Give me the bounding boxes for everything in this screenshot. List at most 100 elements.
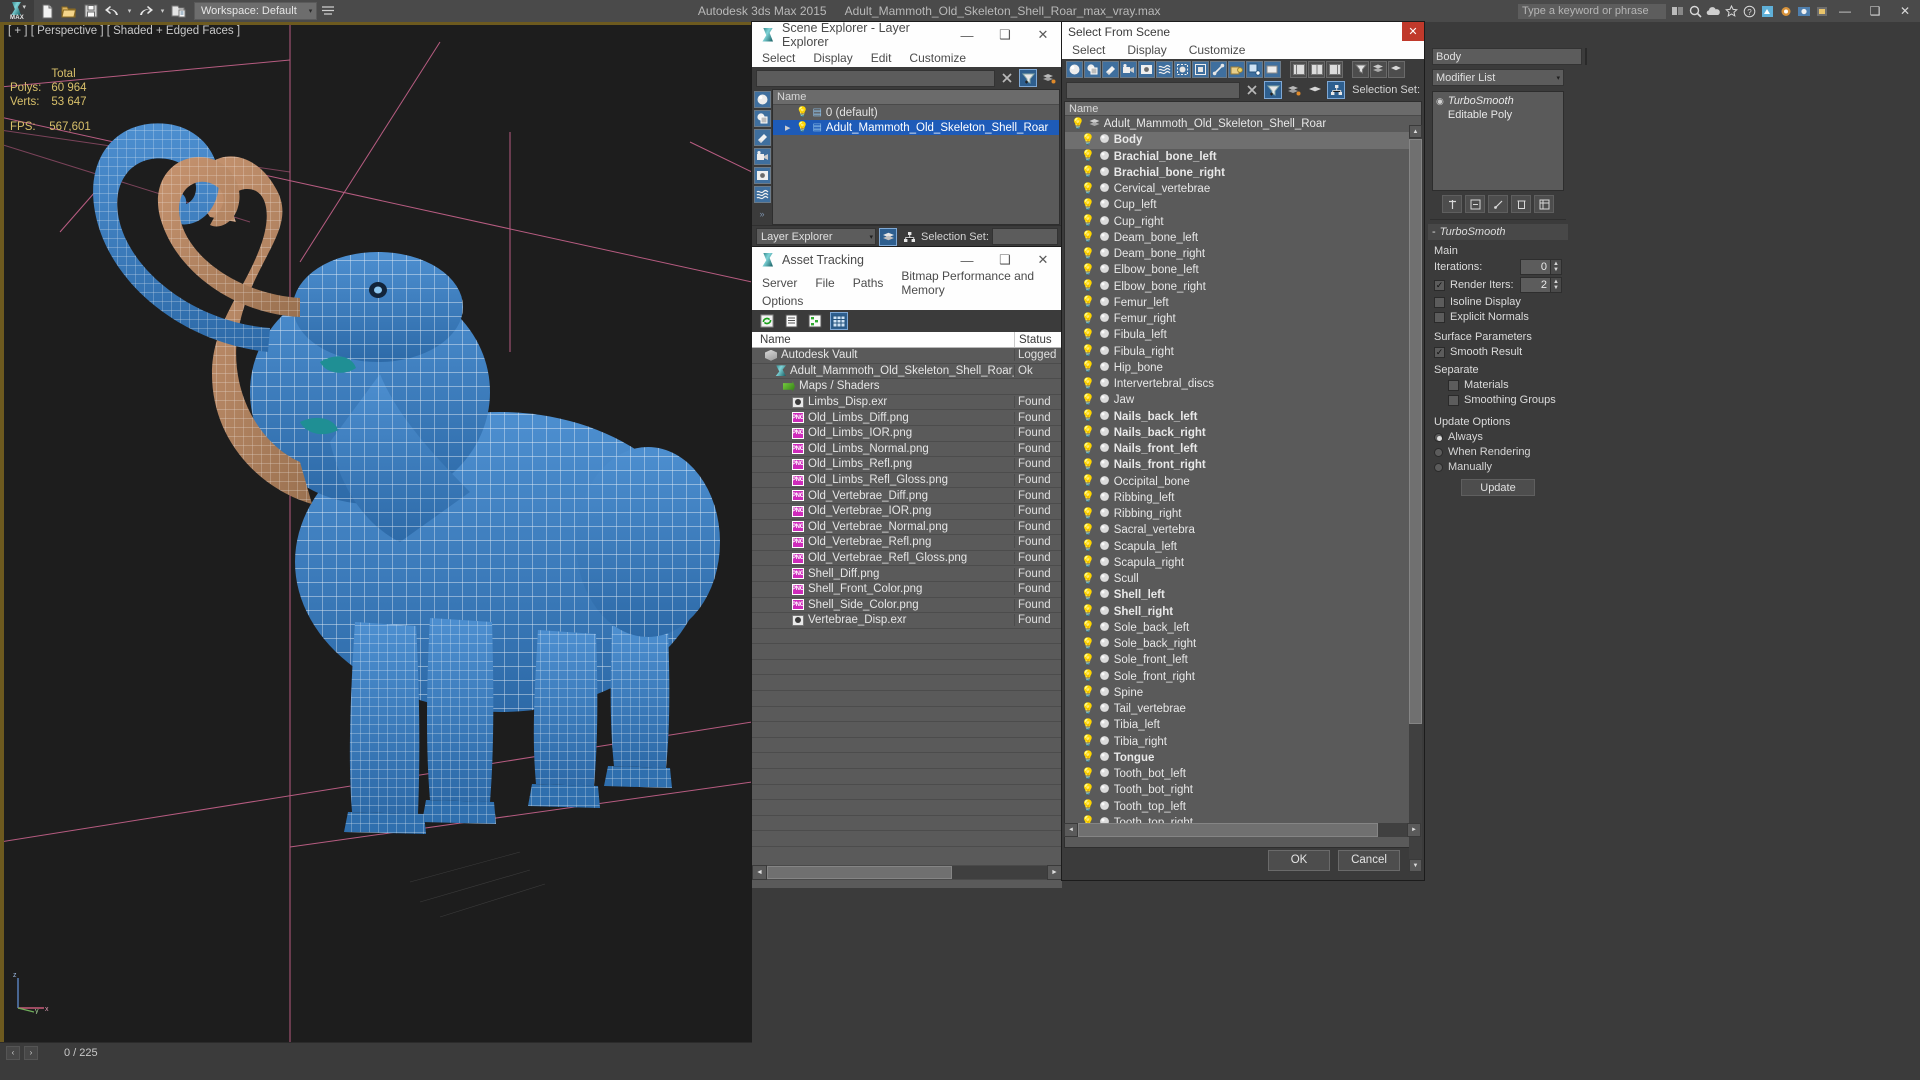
cloud-icon[interactable] bbox=[1705, 2, 1722, 20]
asset-row[interactable]: Adult_Mammoth_Old_Skeleton_Shell_Roar_ma… bbox=[752, 364, 1062, 380]
light-bulb-icon[interactable]: 💡 bbox=[1081, 216, 1095, 227]
render-iters-checkbox[interactable]: ✓ bbox=[1434, 279, 1445, 291]
light-bulb-icon[interactable]: 💡 bbox=[1081, 281, 1095, 292]
hscroll-thumb[interactable] bbox=[1078, 823, 1378, 837]
scene-object-row[interactable]: 💡 Brachial_bone_left bbox=[1065, 149, 1421, 165]
asset-row-empty[interactable] bbox=[752, 644, 1062, 660]
layer-stack-icon[interactable] bbox=[1040, 69, 1058, 87]
scene-object-row[interactable]: 💡 Deam_bone_right bbox=[1065, 246, 1421, 262]
isoline-display-row[interactable]: ✓ Isoline Display bbox=[1434, 296, 1562, 308]
modifier-stack[interactable]: ◉ TurboSmooth ◉ Editable Poly bbox=[1432, 91, 1564, 191]
explicit-normals-row[interactable]: ✓ Explicit Normals bbox=[1434, 311, 1562, 323]
menu-server[interactable]: Server bbox=[762, 276, 797, 290]
menu-select[interactable]: Select bbox=[1072, 43, 1105, 57]
filter-xrefs-icon[interactable] bbox=[1192, 60, 1209, 78]
filter-cameras-icon[interactable] bbox=[753, 148, 771, 165]
asset-row[interactable]: PNG Old_Vertebrae_Diff.png Found bbox=[752, 488, 1062, 504]
smooth-result-checkbox[interactable]: ✓ bbox=[1434, 346, 1445, 358]
scene-explorer-maximize[interactable]: ❑ bbox=[986, 22, 1024, 48]
filter-lights-icon[interactable] bbox=[753, 129, 771, 146]
hscroll-thumb[interactable] bbox=[767, 866, 952, 879]
menu-edit[interactable]: Edit bbox=[871, 51, 892, 65]
menu-options[interactable]: Options bbox=[762, 294, 803, 308]
clear-filter-icon[interactable] bbox=[998, 69, 1016, 87]
scene-object-row[interactable]: 💡 Tooth_top_left bbox=[1065, 799, 1421, 815]
filter-all-icon[interactable] bbox=[1264, 60, 1281, 78]
update-manually-row[interactable]: Manually bbox=[1434, 461, 1562, 473]
smoothing-groups-checkbox[interactable]: ✓ bbox=[1448, 394, 1459, 406]
asset-row[interactable]: PNG Old_Limbs_Refl.png Found bbox=[752, 457, 1062, 473]
update-always-radio[interactable] bbox=[1434, 432, 1443, 442]
light-bulb-icon[interactable]: 💡 bbox=[1081, 606, 1095, 617]
scene-object-row[interactable]: 💡 Hip_bone bbox=[1065, 360, 1421, 376]
hierarchy-mode-icon[interactable] bbox=[1327, 81, 1346, 99]
light-bulb-icon[interactable]: 💡 bbox=[1081, 248, 1095, 260]
scene-object-row[interactable]: 💡 Tibia_left bbox=[1065, 717, 1421, 733]
filter-spacewarps-icon[interactable] bbox=[753, 186, 771, 203]
new-file-icon[interactable] bbox=[36, 1, 58, 21]
scene-explorer-layer-tree[interactable]: Name 💡 ▤ 0 (default) ▶ 💡 ▤ Adult_Mammoth… bbox=[772, 89, 1060, 225]
scroll-right-arrow-icon[interactable]: ► bbox=[1047, 865, 1062, 880]
asset-tracking-hscrollbar[interactable]: ◄ ► bbox=[752, 865, 1062, 880]
asset-tracking-list[interactable]: Autodesk Vault Logged Adult_Mammoth_Old_Sk… bbox=[752, 348, 1062, 888]
asset-row-empty[interactable] bbox=[752, 659, 1062, 676]
minimize-button[interactable]: — bbox=[1830, 0, 1860, 22]
scene-object-row[interactable]: 💡 Shell_right bbox=[1065, 604, 1421, 620]
light-bulb-icon[interactable]: 💡 bbox=[1081, 167, 1095, 178]
expand-all-icon[interactable] bbox=[1370, 60, 1387, 78]
open-file-icon[interactable] bbox=[58, 1, 80, 21]
remove-modifier-icon[interactable] bbox=[1511, 195, 1531, 213]
light-bulb-icon[interactable]: 💡 bbox=[1081, 687, 1095, 698]
close-button[interactable]: ✕ bbox=[1890, 0, 1920, 22]
scene-object-row[interactable]: 💡 Tongue bbox=[1065, 750, 1421, 766]
layer-row-mammoth[interactable]: ▶ 💡 ▤ Adult_Mammoth_Old_Skeleton_Shell_R… bbox=[773, 120, 1059, 135]
scene-explorer-titlebar[interactable]: Scene Explorer - Layer Explorer — ❑ ✕ bbox=[752, 21, 1062, 49]
scene-explorer-minimize[interactable]: — bbox=[948, 22, 986, 48]
scene-object-row[interactable]: 💡 Sole_front_right bbox=[1065, 669, 1421, 685]
asset-row[interactable]: Limbs_Disp.exr Found bbox=[752, 395, 1062, 411]
cancel-button[interactable]: Cancel bbox=[1338, 849, 1400, 871]
scene-object-row[interactable]: 💡 Nails_back_right bbox=[1065, 425, 1421, 441]
layer-row-default[interactable]: 💡 ▤ 0 (default) bbox=[773, 105, 1059, 120]
scene-object-row[interactable]: 💡 Ribbing_right bbox=[1065, 506, 1421, 522]
render-setup-icon[interactable] bbox=[1777, 2, 1794, 20]
search-input[interactable] bbox=[1517, 2, 1667, 20]
light-bulb-icon[interactable]: 💡 bbox=[1081, 638, 1095, 650]
workspace-selector[interactable]: Workspace: Default ▾ bbox=[194, 2, 318, 20]
modifier-stack-item-editablepoly[interactable]: ◉ Editable Poly bbox=[1433, 108, 1563, 122]
light-bulb-icon[interactable]: 💡 bbox=[1071, 118, 1085, 130]
asset-row[interactable]: PNG Old_Limbs_Refl_Gloss.png Found bbox=[752, 473, 1062, 489]
separate-smoothing-groups-row[interactable]: ✓ Smoothing Groups bbox=[1434, 394, 1562, 406]
redo-dropdown-icon[interactable]: ▾ bbox=[157, 1, 168, 21]
filter-bones-icon[interactable] bbox=[1210, 60, 1227, 78]
asset-row[interactable]: PNG Old_Vertebrae_IOR.png Found bbox=[752, 504, 1062, 520]
scene-object-row[interactable]: 💡 Nails_front_left bbox=[1065, 441, 1421, 457]
favorites-star-icon[interactable] bbox=[1723, 2, 1740, 20]
asset-row-empty[interactable] bbox=[752, 675, 1062, 692]
menu-bitmap-performance[interactable]: Bitmap Performance and Memory bbox=[901, 269, 1062, 297]
hierarchy-view-icon[interactable] bbox=[806, 312, 824, 330]
scene-object-row[interactable]: 💡 Intervertebral_discs bbox=[1065, 376, 1421, 392]
app-logo[interactable]: MAX ▾ bbox=[0, 0, 34, 22]
filter-groups-icon[interactable] bbox=[1174, 60, 1191, 78]
scene-object-row[interactable]: 💡 Brachial_bone_right bbox=[1065, 165, 1421, 181]
filter-helpers-icon[interactable] bbox=[1138, 60, 1155, 78]
spinner-arrows-icon[interactable]: ▲ ▼ bbox=[1550, 260, 1561, 274]
render-iters-value[interactable]: 2 bbox=[1521, 279, 1550, 291]
ok-button[interactable]: OK bbox=[1268, 849, 1330, 871]
filter-funnel-icon[interactable] bbox=[1019, 69, 1037, 87]
separate-materials-row[interactable]: ✓ Materials bbox=[1434, 379, 1562, 391]
update-when-rendering-radio[interactable] bbox=[1434, 447, 1443, 457]
light-bulb-icon[interactable]: 💡 bbox=[1081, 411, 1095, 422]
column-layout-2-icon[interactable] bbox=[1308, 60, 1325, 78]
light-bulb-icon[interactable]: 💡 bbox=[1081, 346, 1095, 357]
light-bulb-icon[interactable]: 💡 bbox=[1081, 459, 1095, 471]
scene-object-row[interactable]: 💡 Sole_front_left bbox=[1065, 652, 1421, 668]
light-bulb-icon[interactable]: 💡 bbox=[1081, 362, 1095, 373]
asset-row[interactable]: PNG Old_Vertebrae_Refl_Gloss.png Found bbox=[752, 551, 1062, 567]
list-view-icon[interactable] bbox=[782, 312, 800, 330]
scroll-left-arrow-icon[interactable]: ◄ bbox=[1064, 823, 1078, 837]
light-bulb-icon[interactable]: 💡 bbox=[1081, 801, 1095, 812]
collapse-all-icon[interactable] bbox=[1388, 60, 1405, 78]
asset-row[interactable]: PNG Shell_Side_Color.png Found bbox=[752, 598, 1062, 614]
